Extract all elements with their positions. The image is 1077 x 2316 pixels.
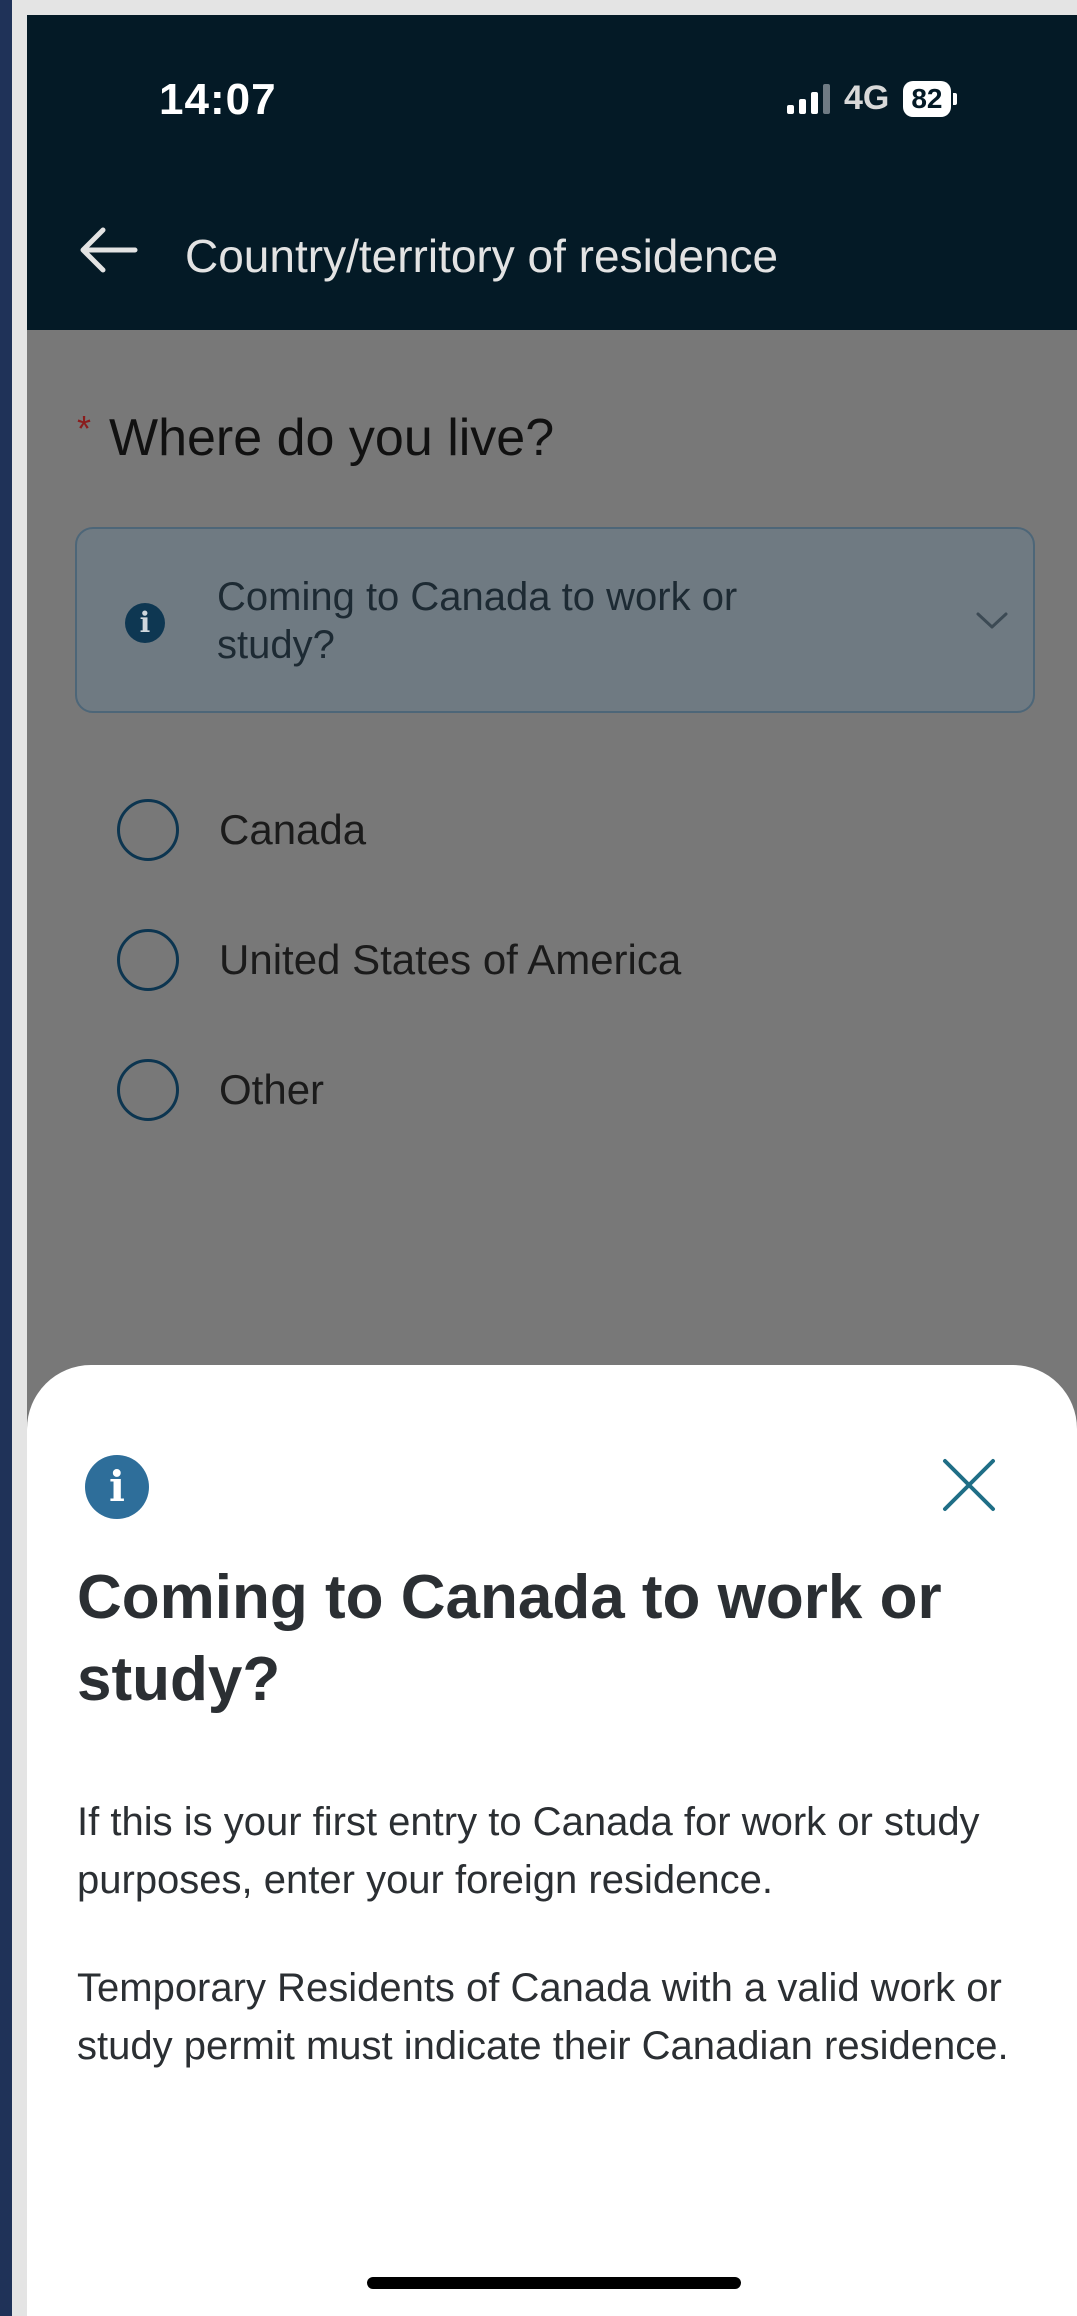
device-bezel-top bbox=[12, 0, 1077, 15]
radio-label: Canada bbox=[219, 806, 367, 853]
radio-circle[interactable] bbox=[117, 799, 179, 861]
info-expander-text: Coming to Canada to work or study? bbox=[217, 575, 738, 667]
battery-tip bbox=[952, 92, 957, 105]
battery-icon: 82 bbox=[903, 80, 951, 117]
phone-screen: 14:07 4G 82 Country/territory of residen… bbox=[27, 15, 1077, 2316]
question-label: * Where do you live? bbox=[77, 408, 554, 468]
question-text: Where do you live? bbox=[109, 409, 555, 467]
arrow-left-icon[interactable] bbox=[77, 225, 139, 275]
chevron-down-icon bbox=[976, 612, 1008, 629]
status-time: 14:07 bbox=[159, 75, 277, 124]
sheet-paragraph-2: Temporary Residents of Canada with a val… bbox=[77, 1966, 1009, 2068]
sheet-paragraph-1: If this is your first entry to Canada fo… bbox=[77, 1800, 980, 1902]
radio-option-canada[interactable]: Canada bbox=[117, 799, 366, 861]
required-mark: * bbox=[77, 408, 92, 449]
info-icon: i bbox=[125, 603, 165, 643]
radio-circle[interactable] bbox=[117, 1059, 179, 1121]
sheet-heading: Coming to Canada to work or study? bbox=[77, 1563, 942, 1714]
device-bezel-left bbox=[12, 0, 27, 2316]
close-icon[interactable] bbox=[939, 1455, 999, 1515]
radio-circle[interactable] bbox=[117, 929, 179, 991]
info-bottom-sheet: i Coming to Canada to work or study? If … bbox=[27, 1365, 1077, 2316]
info-icon: i bbox=[85, 1455, 149, 1519]
status-indicators: 4G 82 bbox=[787, 79, 957, 118]
radio-option-usa[interactable]: United States of America bbox=[117, 929, 681, 991]
signal-icon bbox=[787, 83, 830, 114]
info-expander[interactable]: i Coming to Canada to work or study? bbox=[75, 527, 1035, 713]
network-type: 4G bbox=[844, 79, 890, 117]
app-header: 14:07 4G 82 Country/territory of residen… bbox=[27, 15, 1077, 330]
home-indicator[interactable] bbox=[367, 2277, 741, 2289]
radio-option-other[interactable]: Other bbox=[117, 1059, 324, 1121]
radio-label: United States of America bbox=[219, 936, 682, 983]
page-title: Country/territory of residence bbox=[185, 230, 779, 282]
radio-label: Other bbox=[219, 1066, 325, 1113]
